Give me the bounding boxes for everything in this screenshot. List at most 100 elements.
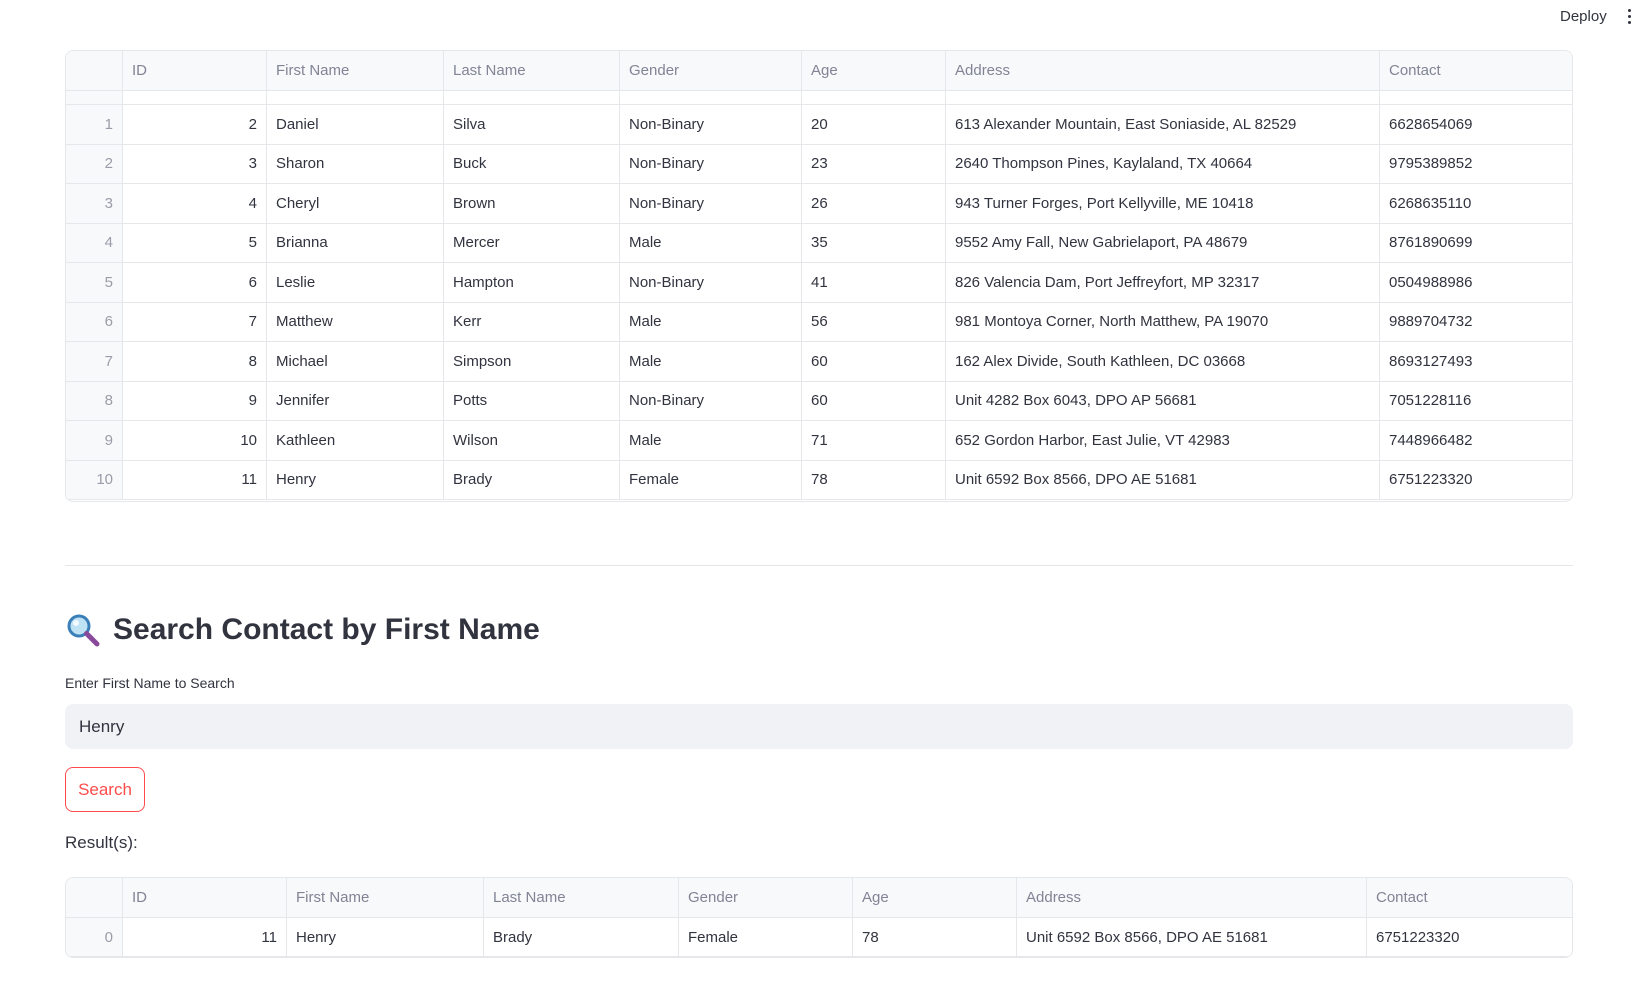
cell-last-name[interactable]: Buck: [444, 144, 620, 183]
cell-gender[interactable]: Non-Binary: [620, 105, 802, 144]
cell-gender[interactable]: Female: [620, 460, 802, 499]
cell-last-name[interactable]: Simpson: [444, 342, 620, 381]
cell-gender[interactable]: Male: [620, 342, 802, 381]
cell-gender[interactable]: Non-Binary: [620, 184, 802, 223]
cell-last-name[interactable]: Kerr: [444, 302, 620, 341]
cell-address[interactable]: 613 Alexander Mountain, East Soniaside, …: [946, 105, 1380, 144]
table-row[interactable]: 6 7 Matthew Kerr Male 56 981 Montoya Corner, N…: [66, 302, 1572, 342]
cell-address[interactable]: 943 Turner Forges, Port Kellyville, ME 1…: [946, 184, 1380, 223]
cell-last-name[interactable]: Brady: [484, 918, 679, 956]
cell-gender[interactable]: Male: [620, 223, 802, 262]
first-name-search-input[interactable]: Henry: [65, 704, 1573, 749]
cell-last-name[interactable]: Hampton: [444, 263, 620, 302]
cell-contact[interactable]: 9889704732: [1380, 303, 1572, 342]
table-row[interactable]: 2 3 Sharon Buck Non-Binary 23 2640 Thompson Pi…: [66, 144, 1572, 184]
column-header-first-name[interactable]: First Name: [267, 51, 444, 90]
cell-last-name[interactable]: Silva: [444, 105, 620, 144]
cell-age[interactable]: 35: [802, 223, 946, 262]
cell-first-name[interactable]: Brianna: [267, 223, 444, 262]
cell-contact[interactable]: 7448966482: [1380, 421, 1572, 460]
cell-first-name[interactable]: Matthew: [267, 302, 444, 341]
cell-index[interactable]: 2: [66, 144, 123, 183]
cell-address[interactable]: 826 Valencia Dam, Port Jeffreyfort, MP 3…: [946, 263, 1380, 302]
cell-address[interactable]: 9552 Amy Fall, New Gabrielaport, PA 4867…: [946, 223, 1380, 262]
column-header-index[interactable]: [66, 51, 123, 90]
deploy-button[interactable]: Deploy: [1556, 6, 1611, 27]
cell-last-name[interactable]: Brown: [444, 184, 620, 223]
cell-gender[interactable]: Male: [620, 421, 802, 460]
cell-index[interactable]: 10: [66, 460, 123, 499]
cell-id[interactable]: 7: [123, 302, 267, 341]
cell-gender[interactable]: Non-Binary: [620, 144, 802, 183]
cell-address[interactable]: 981 Montoya Corner, North Matthew, PA 19…: [946, 302, 1380, 341]
cell-contact[interactable]: 6268635110: [1380, 184, 1572, 223]
cell-index[interactable]: 6: [66, 302, 123, 341]
cell-id[interactable]: 2: [123, 105, 267, 144]
cell-index[interactable]: 0: [66, 918, 123, 956]
column-header-gender[interactable]: Gender: [620, 51, 802, 90]
search-button[interactable]: Search: [65, 767, 145, 812]
cell-first-name[interactable]: Cheryl: [267, 184, 444, 223]
cell-contact[interactable]: 8761890699: [1380, 224, 1572, 263]
cell-id[interactable]: 8: [123, 342, 267, 381]
cell-index[interactable]: 5: [66, 263, 123, 302]
cell-first-name[interactable]: Sharon: [267, 144, 444, 183]
cell-contact[interactable]: 6628654069: [1380, 105, 1572, 144]
column-header-contact[interactable]: Contact: [1380, 51, 1572, 90]
cell-id[interactable]: 3: [123, 144, 267, 183]
cell-first-name[interactable]: Leslie: [267, 263, 444, 302]
cell-id[interactable]: 10: [123, 421, 267, 460]
contacts-table[interactable]: 1 2 Daniel Silva Non-Binary 20 613 Alexander M…: [65, 50, 1573, 502]
table-row[interactable]: 5 6 Leslie Hampton Non-Binary 41 826 Valencia …: [66, 263, 1572, 303]
table-row[interactable]: 9 10 Kathleen Wilson Male 71 652 Gordon Harbor…: [66, 421, 1572, 461]
cell-id[interactable]: 4: [123, 184, 267, 223]
cell-address[interactable]: 162 Alex Divide, South Kathleen, DC 0366…: [946, 342, 1380, 381]
cell-contact[interactable]: 7051228116: [1380, 382, 1572, 421]
cell-contact[interactable]: 6751223320: [1367, 918, 1572, 956]
cell-age[interactable]: 60: [802, 342, 946, 381]
cell-gender[interactable]: Male: [620, 302, 802, 341]
cell-address[interactable]: 652 Gordon Harbor, East Julie, VT 42983: [946, 421, 1380, 460]
cell-index[interactable]: 3: [66, 184, 123, 223]
cell-id[interactable]: 11: [123, 460, 267, 499]
cell-age[interactable]: 23: [802, 144, 946, 183]
cell-index[interactable]: 1: [66, 105, 123, 144]
table-row[interactable]: 0 11 Henry Brady Female 78 Unit 6592 Box 8566,…: [66, 918, 1572, 957]
cell-index[interactable]: 4: [66, 223, 123, 262]
table-row[interactable]: 10 11 Henry Brady Female 78 Unit 6592 Box 8566…: [66, 460, 1572, 500]
cell-age[interactable]: 41: [802, 263, 946, 302]
column-header-id[interactable]: ID: [123, 51, 267, 90]
table-row[interactable]: 8 9 Jennifer Potts Non-Binary 60 Unit 4282 Box…: [66, 381, 1572, 421]
cell-address[interactable]: Unit 6592 Box 8566, DPO AE 51681: [1017, 918, 1367, 956]
cell-age[interactable]: 71: [802, 421, 946, 460]
column-header-address[interactable]: Address: [1017, 878, 1367, 917]
column-header-age[interactable]: Age: [802, 51, 946, 90]
more-options-icon[interactable]: [1624, 6, 1634, 26]
cell-index[interactable]: 9: [66, 421, 123, 460]
cell-first-name[interactable]: Henry: [267, 460, 444, 499]
cell-address[interactable]: 2640 Thompson Pines, Kaylaland, TX 40664: [946, 144, 1380, 183]
cell-last-name[interactable]: Mercer: [444, 223, 620, 262]
cell-index[interactable]: 7: [66, 342, 123, 381]
column-header-first-name[interactable]: First Name: [287, 878, 484, 917]
column-header-gender[interactable]: Gender: [679, 878, 853, 917]
cell-last-name[interactable]: Wilson: [444, 421, 620, 460]
cell-first-name[interactable]: Henry: [287, 918, 484, 956]
cell-id[interactable]: 6: [123, 263, 267, 302]
table-row[interactable]: 4 5 Brianna Mercer Male 35 9552 Amy Fall, New …: [66, 223, 1572, 263]
cell-contact[interactable]: 0504988986: [1380, 263, 1572, 302]
cell-age[interactable]: 56: [802, 302, 946, 341]
cell-address[interactable]: Unit 6592 Box 8566, DPO AE 51681: [946, 460, 1380, 499]
column-header-contact[interactable]: Contact: [1367, 878, 1572, 917]
column-header-age[interactable]: Age: [853, 878, 1017, 917]
cell-age[interactable]: 78: [853, 918, 1017, 956]
cell-age[interactable]: 60: [802, 381, 946, 420]
table-row[interactable]: 1 2 Daniel Silva Non-Binary 20 613 Alexander M…: [66, 105, 1572, 145]
cell-index[interactable]: 8: [66, 381, 123, 420]
cell-first-name[interactable]: Kathleen: [267, 421, 444, 460]
cell-first-name[interactable]: Daniel: [267, 105, 444, 144]
column-header-last-name[interactable]: Last Name: [484, 878, 679, 917]
cell-gender[interactable]: Non-Binary: [620, 381, 802, 420]
cell-gender[interactable]: Female: [679, 918, 853, 956]
cell-last-name[interactable]: Brady: [444, 460, 620, 499]
